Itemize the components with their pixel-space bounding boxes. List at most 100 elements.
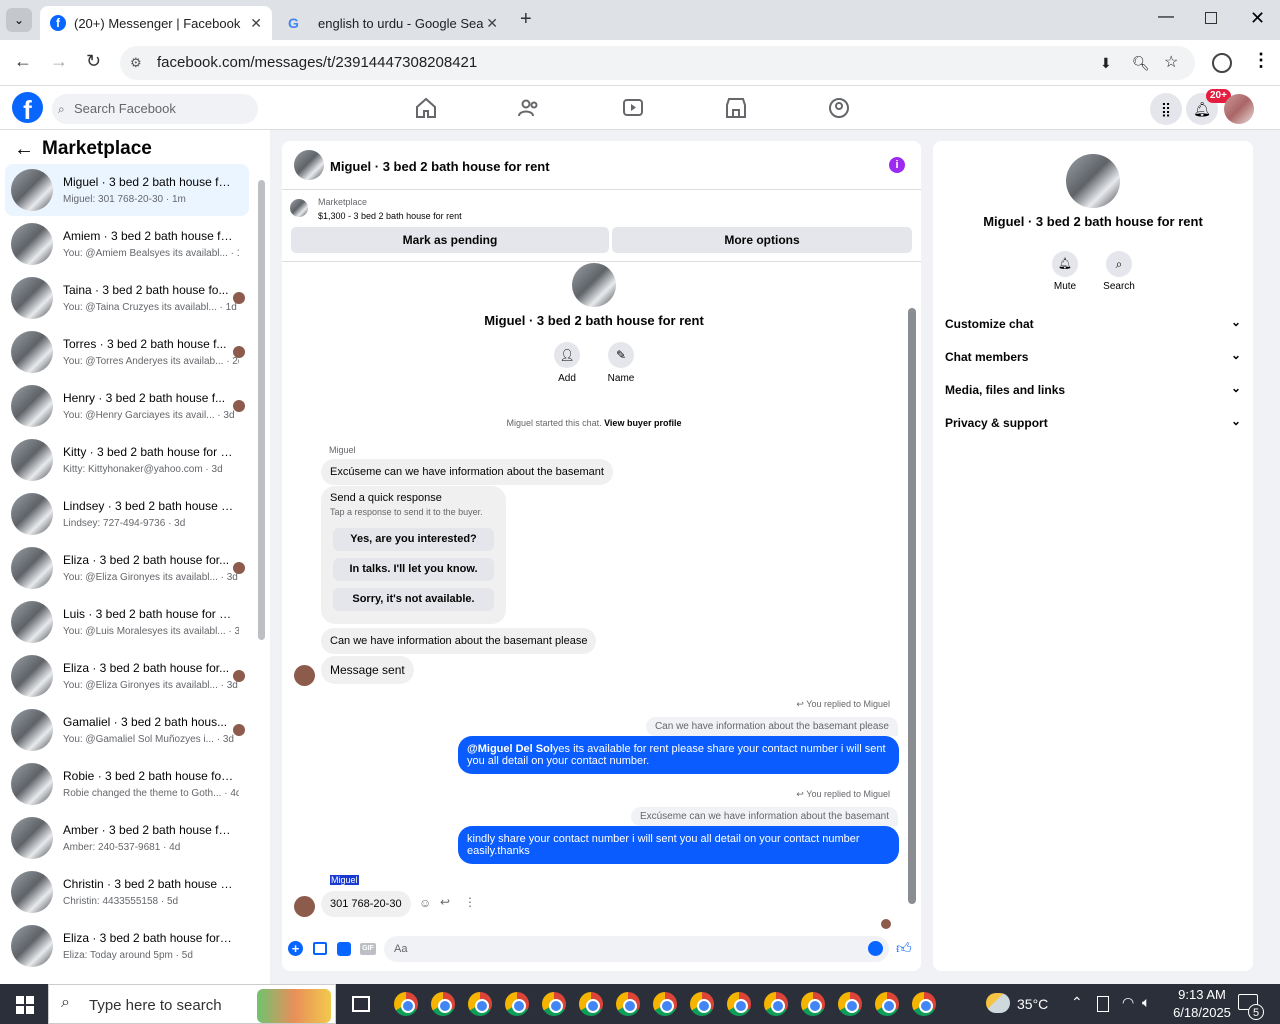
- conversation-item[interactable]: Torres · 3 bed 2 bath house f... You: @To…: [5, 326, 249, 378]
- chat-scrollbar[interactable]: [908, 308, 916, 904]
- chrome-taskbar-icon[interactable]: [838, 992, 862, 1016]
- conversation-item[interactable]: Eliza · 3 bed 2 bath house for... You: @E…: [5, 542, 249, 594]
- chrome-taskbar-icon[interactable]: [542, 992, 566, 1016]
- chrome-taskbar-icon[interactable]: [727, 992, 751, 1016]
- conversation-item[interactable]: Gamaliel · 3 bed 2 bath hous... You: @Gam…: [5, 704, 249, 756]
- conversation-item[interactable]: Christin · 3 bed 2 bath house fo... Chris…: [5, 866, 249, 918]
- conversation-item[interactable]: Amber · 3 bed 2 bath house for... Amber: …: [5, 812, 249, 864]
- chrome-taskbar-icon[interactable]: [579, 992, 603, 1016]
- search-button[interactable]: ⌕: [1106, 251, 1132, 277]
- sender-avatar[interactable]: [294, 665, 315, 686]
- message-bubble[interactable]: 301 768-20-30: [321, 891, 411, 917]
- clock-time[interactable]: 9:13 AM: [1163, 987, 1241, 1002]
- chrome-taskbar-icon[interactable]: [764, 992, 788, 1016]
- chrome-taskbar-icon[interactable]: [690, 992, 714, 1016]
- url-field[interactable]: ⚙ facebook.com/messages/t/23914447308208…: [120, 46, 1195, 80]
- quick-reply-button[interactable]: In talks. I'll let you know.: [333, 558, 494, 581]
- chat-avatar[interactable]: [294, 150, 324, 180]
- conversation-item[interactable]: Eliza · 3 bed 2 bath house for... You: @E…: [5, 650, 249, 702]
- reply-icon[interactable]: ↩: [440, 895, 450, 909]
- like-thumb-icon[interactable]: 👍︎: [896, 940, 912, 958]
- browser-menu-icon[interactable]: ⋮: [1252, 50, 1270, 71]
- sidebar-scrollbar[interactable]: [258, 180, 265, 640]
- mark-pending-button[interactable]: Mark as pending: [291, 227, 609, 253]
- quoted-message[interactable]: Can we have information about the basema…: [645, 717, 898, 736]
- install-app-icon[interactable]: ⬇: [1100, 46, 1112, 80]
- chevron-up-icon[interactable]: ⌃: [1071, 994, 1083, 1011]
- volume-icon[interactable]: 🔈︎: [1142, 994, 1150, 1011]
- conversation-item[interactable]: Luis · 3 bed 2 bath house for rent You: @…: [5, 596, 249, 648]
- chrome-taskbar-icon[interactable]: [912, 992, 936, 1016]
- more-plus-icon[interactable]: +: [288, 941, 303, 956]
- name-edit-button[interactable]: ✎: [608, 342, 634, 368]
- windows-start-icon[interactable]: [16, 996, 34, 1014]
- close-tab-icon[interactable]: ✕: [486, 15, 498, 32]
- react-icon[interactable]: ☺: [419, 896, 431, 910]
- bookmark-star-icon[interactable]: ☆: [1164, 46, 1178, 80]
- profile-icon[interactable]: [1212, 53, 1232, 73]
- chrome-taskbar-icon[interactable]: [653, 992, 677, 1016]
- new-tab-icon[interactable]: +: [520, 8, 532, 31]
- customize-chat-row[interactable]: Customize chat ⌄: [945, 315, 1241, 331]
- back-arrow-icon[interactable]: ←: [14, 51, 32, 72]
- minimize-window-icon[interactable]: —: [1158, 8, 1174, 26]
- task-view-icon[interactable]: [352, 996, 370, 1012]
- view-buyer-profile-link[interactable]: View buyer profile: [604, 418, 681, 428]
- conversation-item[interactable]: Lindsey · 3 bed 2 bath house fo... Lindse…: [5, 488, 249, 540]
- conversation-item[interactable]: Amiem · 3 bed 2 bath house for... You: @A…: [5, 218, 249, 270]
- sent-message-bubble[interactable]: kindly share your contact number i will …: [458, 826, 899, 864]
- friends-icon[interactable]: [517, 96, 541, 120]
- message-bubble[interactable]: Excúseme can we have information about t…: [321, 459, 613, 485]
- more-actions-icon[interactable]: ⋮: [464, 895, 476, 909]
- chrome-taskbar-icon[interactable]: [875, 992, 899, 1016]
- conversation-item[interactable]: Robie · 3 bed 2 bath house for r... Robie…: [5, 758, 249, 810]
- listing-thumbnail[interactable]: [290, 199, 308, 217]
- forward-arrow-icon[interactable]: →: [50, 51, 68, 72]
- weather-icon[interactable]: [986, 993, 1010, 1013]
- facebook-logo-icon[interactable]: f: [12, 92, 43, 123]
- message-input[interactable]: Aa: [384, 936, 889, 962]
- conversation-item[interactable]: Kitty · 3 bed 2 bath house for re... Kitt…: [5, 434, 249, 486]
- chat-title[interactable]: Miguel · 3 bed 2 bath house for rent: [330, 159, 550, 174]
- photo-icon[interactable]: [313, 942, 327, 955]
- quoted-message[interactable]: Excúseme can we have information about t…: [630, 807, 898, 826]
- add-member-button[interactable]: 👤︎: [554, 342, 580, 368]
- chrome-taskbar-icon[interactable]: [431, 992, 455, 1016]
- conversation-item[interactable]: Taina · 3 bed 2 bath house fo... You: @Ta…: [5, 272, 249, 324]
- close-window-icon[interactable]: ✕: [1250, 8, 1265, 29]
- conversation-item[interactable]: Eliza · 3 bed 2 bath house for re... Eliz…: [5, 920, 249, 972]
- menu-grid-button[interactable]: ⣿: [1150, 93, 1182, 125]
- tab-google-search[interactable]: G english to urdu - Google Search ✕: [278, 6, 508, 40]
- gif-icon[interactable]: GIF: [360, 943, 376, 955]
- chrome-taskbar-icon[interactable]: [616, 992, 640, 1016]
- close-tab-icon[interactable]: ✕: [250, 15, 262, 32]
- more-options-button[interactable]: More options: [612, 227, 912, 253]
- message-bubble[interactable]: Message sent: [321, 656, 414, 684]
- marketplace-icon[interactable]: [724, 96, 748, 120]
- tab-messenger[interactable]: f (20+) Messenger | Facebook ✕: [40, 6, 272, 40]
- site-info-icon[interactable]: ⚙: [130, 46, 142, 80]
- info-icon[interactable]: i: [889, 157, 905, 173]
- reload-icon[interactable]: ↻: [86, 51, 101, 72]
- chrome-taskbar-icon[interactable]: [801, 992, 825, 1016]
- chrome-taskbar-icon[interactable]: [505, 992, 529, 1016]
- chat-members-row[interactable]: Chat members ⌄: [945, 348, 1241, 364]
- video-icon[interactable]: [621, 96, 645, 120]
- sender-avatar[interactable]: [294, 896, 315, 917]
- sticker-icon[interactable]: [337, 942, 351, 956]
- facebook-search-input[interactable]: ⌕ Search Facebook: [52, 94, 258, 124]
- emoji-icon[interactable]: [868, 941, 883, 956]
- sent-message-bubble[interactable]: @Miguel Del Solyes its available for ren…: [458, 736, 899, 774]
- zoom-icon[interactable]: 🔍︎: [1132, 46, 1150, 80]
- tab-search-dropdown-icon[interactable]: ⌄: [6, 8, 32, 32]
- chrome-taskbar-icon[interactable]: [468, 992, 492, 1016]
- clock-date[interactable]: 6/18/2025: [1163, 1005, 1241, 1020]
- conversation-item[interactable]: Henry · 3 bed 2 bath house f... You: @Hen…: [5, 380, 249, 432]
- quick-reply-button[interactable]: Yes, are you interested?: [333, 528, 494, 551]
- restore-window-icon[interactable]: [1205, 12, 1217, 24]
- listing-detail[interactable]: $1,300 - 3 bed 2 bath house for rent: [318, 211, 462, 221]
- taskbar-search-input[interactable]: ⌕ Type here to search: [48, 984, 336, 1024]
- device-icon[interactable]: [1097, 996, 1109, 1012]
- privacy-support-row[interactable]: Privacy & support ⌄: [945, 414, 1241, 430]
- message-bubble[interactable]: Can we have information about the basema…: [321, 628, 597, 654]
